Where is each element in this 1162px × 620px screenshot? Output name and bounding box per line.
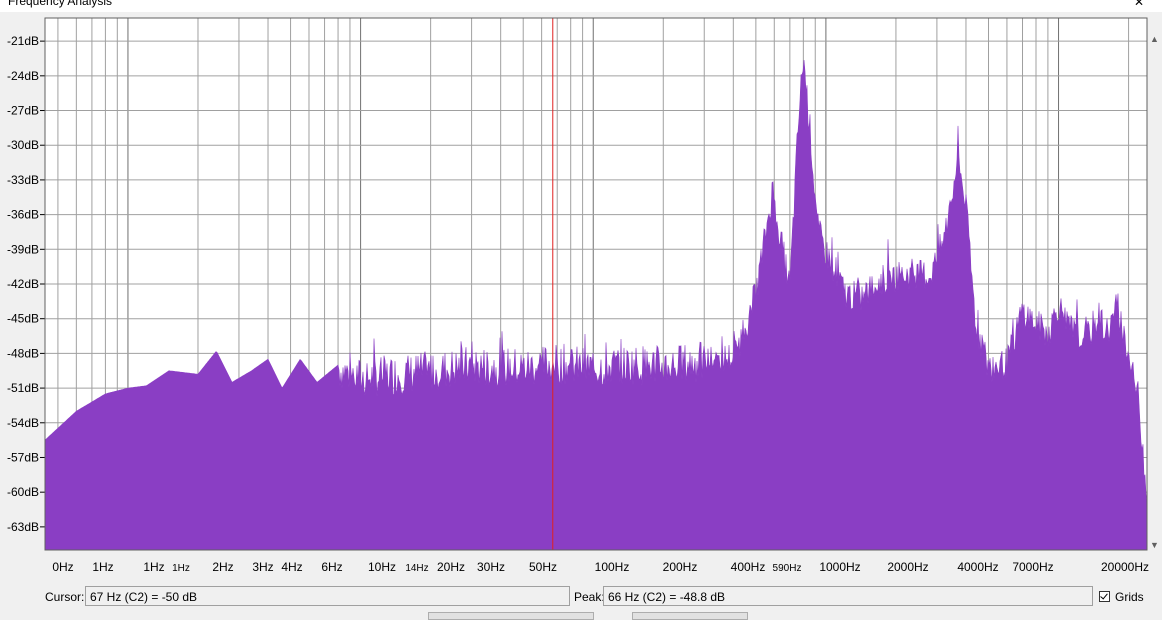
grids-label: Grids bbox=[1115, 590, 1144, 604]
y-tick-label: -48dB bbox=[7, 346, 39, 360]
y-tick-label: -39dB bbox=[7, 242, 39, 256]
peak-label: Peak: bbox=[574, 590, 605, 604]
x-tick-label: 6Hz bbox=[321, 560, 342, 574]
scroll-down-arrow-icon[interactable]: ▼ bbox=[1150, 540, 1159, 550]
cursor-readout-field: 67 Hz (C2) = -50 dB bbox=[85, 586, 570, 606]
bottom-button-left[interactable] bbox=[428, 612, 594, 620]
x-tick-label: 30Hz bbox=[477, 560, 505, 574]
x-tick-label: 1000Hz bbox=[819, 560, 860, 574]
y-tick-label: -42dB bbox=[7, 277, 39, 291]
x-tick-label: 590Hz bbox=[773, 563, 802, 574]
y-tick-label: -60dB bbox=[7, 485, 39, 499]
x-tick-label: 3Hz bbox=[252, 560, 273, 574]
y-tick-label: -54dB bbox=[7, 416, 39, 430]
y-tick-label: -24dB bbox=[7, 69, 39, 83]
x-tick-label: 50Hz bbox=[529, 560, 557, 574]
x-tick-label: 1Hz bbox=[143, 560, 164, 574]
x-tick-label: 100Hz bbox=[595, 560, 630, 574]
x-tick-label: 0Hz bbox=[52, 560, 73, 574]
y-tick-label: -45dB bbox=[7, 312, 39, 326]
y-tick-label: -63dB bbox=[7, 520, 39, 534]
grids-checkbox[interactable] bbox=[1099, 591, 1110, 602]
x-tick-label: 14Hz bbox=[405, 563, 428, 574]
x-tick-label: 4000Hz bbox=[957, 560, 998, 574]
bottom-button-right[interactable] bbox=[632, 612, 748, 620]
x-tick-label: 1Hz bbox=[172, 563, 190, 574]
x-tick-label: 200Hz bbox=[663, 560, 698, 574]
cursor-label: Cursor: bbox=[45, 590, 85, 604]
x-tick-label: 4Hz bbox=[281, 560, 302, 574]
y-tick-label: -30dB bbox=[7, 138, 39, 152]
vertical-scrollbar[interactable]: ▲ ▼ bbox=[1148, 14, 1162, 554]
scroll-up-arrow-icon[interactable]: ▲ bbox=[1150, 34, 1159, 44]
x-tick-label: 20Hz bbox=[437, 560, 465, 574]
y-tick-label: -57dB bbox=[7, 450, 39, 464]
y-tick-label: -21dB bbox=[7, 34, 39, 48]
y-tick-label: -51dB bbox=[7, 381, 39, 395]
x-tick-label: 20000Hz bbox=[1101, 560, 1149, 574]
x-tick-label: 400Hz bbox=[731, 560, 766, 574]
x-tick-label: 7000Hz bbox=[1012, 560, 1053, 574]
spectrum-plot[interactable]: -21dB -24dB -27dB -30dB -33dB -36dB -39dB -42dB… bbox=[0, 0, 1162, 584]
frequency-analysis-window: Frequency Analysis ✕ -21dB -24dB -27dB -30d… bbox=[0, 0, 1162, 620]
y-tick-label: -33dB bbox=[7, 173, 39, 187]
peak-readout-field: 66 Hz (C2) = -48.8 dB bbox=[603, 586, 1093, 606]
y-tick-label: -36dB bbox=[7, 208, 39, 222]
x-tick-label: 1Hz bbox=[92, 560, 113, 574]
x-tick-label: 10Hz bbox=[368, 560, 396, 574]
x-tick-label: 2Hz bbox=[212, 560, 233, 574]
y-tick-label: -27dB bbox=[7, 104, 39, 118]
x-tick-label: 2000Hz bbox=[887, 560, 928, 574]
